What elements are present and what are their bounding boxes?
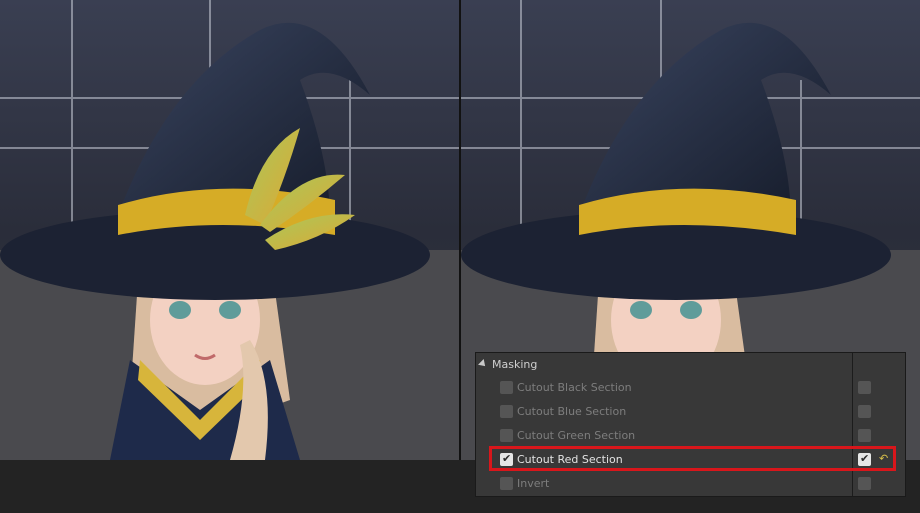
checkbox-cutout-black[interactable]: [500, 381, 513, 394]
masking-header[interactable]: Masking: [476, 353, 852, 375]
override-checkbox-cutout-blue[interactable]: [858, 405, 871, 418]
row-cutout-blue: Cutout Blue Section: [476, 401, 905, 423]
masking-title: Masking: [492, 357, 538, 371]
character-viewport-before: [0, 0, 459, 460]
label-cutout-blue: Cutout Blue Section: [517, 405, 627, 418]
collapse-arrow-icon[interactable]: [478, 359, 488, 369]
checkbox-invert[interactable]: [500, 477, 513, 490]
label-invert: Invert: [517, 477, 550, 490]
row-cutout-green: Cutout Green Section: [476, 425, 905, 447]
masking-panel: Masking Cutout Black Section Cutout Blue…: [475, 352, 906, 497]
override-checkbox-invert[interactable]: [858, 477, 871, 490]
label-cutout-green: Cutout Green Section: [517, 429, 636, 442]
checkbox-cutout-blue[interactable]: [500, 405, 513, 418]
override-checkbox-cutout-black[interactable]: [858, 381, 871, 394]
highlight-box: [489, 446, 896, 471]
override-checkbox-cutout-green[interactable]: [858, 429, 871, 442]
row-invert: Invert: [476, 473, 905, 495]
character-render-before: [0, 0, 459, 460]
row-cutout-black: Cutout Black Section: [476, 377, 905, 399]
checkbox-cutout-green[interactable]: [500, 429, 513, 442]
label-cutout-black: Cutout Black Section: [517, 381, 632, 394]
